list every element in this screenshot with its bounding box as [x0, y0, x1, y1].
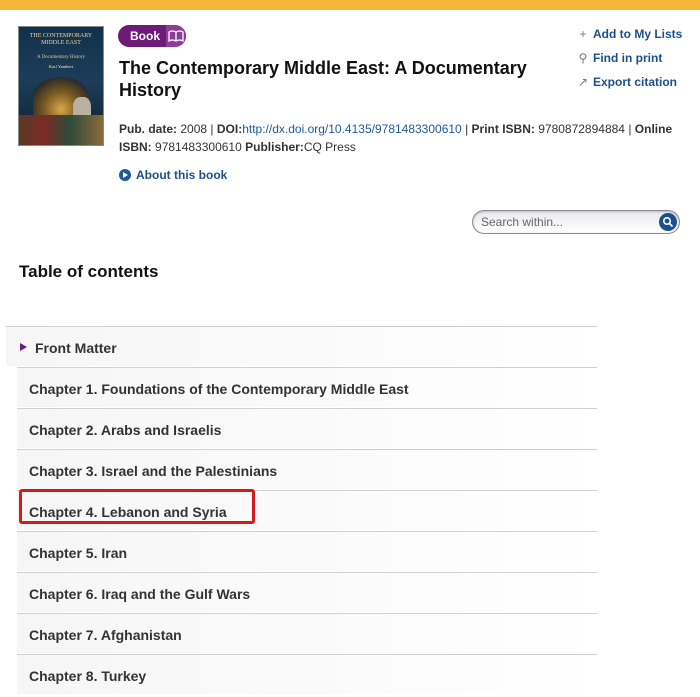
toc-item-label: Chapter 2. Arabs and Israelis	[29, 422, 222, 438]
play-circle-icon	[119, 169, 131, 181]
book-actions: + Add to My Lists ⚲ Find in print ↗ Export …	[578, 26, 682, 98]
toc-item-label: Front Matter	[35, 340, 117, 356]
search-button[interactable]	[659, 213, 677, 231]
about-label: About this book	[136, 168, 228, 182]
toc-item-chapter-8[interactable]: Chapter 8. Turkey	[17, 654, 597, 694]
export-arrow-icon: ↗	[578, 75, 589, 89]
cover-author: Karl Yambert	[48, 64, 74, 69]
top-accent-bar	[0, 0, 700, 10]
toc-item-front-matter[interactable]: Front Matter	[6, 326, 597, 366]
toc-item-chapter-3[interactable]: Chapter 3. Israel and the Palestinians	[17, 449, 597, 489]
cover-title: THE CONTEMPORARY MIDDLE EAST	[29, 33, 93, 46]
book-title: The Contemporary Middle East: A Document…	[119, 58, 527, 100]
search-within-box	[472, 210, 680, 234]
online-isbn-value: 9781483300610	[155, 140, 242, 154]
toc-item-label: Chapter 8. Turkey	[29, 668, 147, 684]
publisher-value: CQ Press	[303, 140, 356, 154]
cover-subtitle: A Documentary History	[36, 55, 86, 60]
print-isbn-label: Print ISBN:	[471, 122, 535, 136]
add-to-my-lists-link[interactable]: + Add to My Lists	[578, 26, 682, 50]
doi-label: DOI:	[216, 122, 243, 136]
toc-item-chapter-2[interactable]: Chapter 2. Arabs and Israelis	[17, 408, 597, 448]
cover-photo-strip	[19, 115, 103, 145]
plus-icon: +	[579, 27, 587, 41]
book-cover-image[interactable]: THE CONTEMPORARY MIDDLE EAST A Documenta…	[18, 26, 104, 146]
toc-item-label: Chapter 5. Iran	[29, 545, 128, 561]
add-to-lists-label: Add to My Lists	[593, 27, 683, 41]
search-icon	[662, 216, 674, 228]
highlight-box	[19, 489, 255, 524]
toc-heading: Table of contents	[19, 262, 159, 281]
toc-item-chapter-5[interactable]: Chapter 5. Iran	[17, 531, 597, 571]
toc-item-label: Chapter 3. Israel and the Palestinians	[29, 463, 278, 479]
about-this-book-link[interactable]: About this book	[119, 168, 227, 182]
export-citation-link[interactable]: ↗ Export citation	[578, 74, 682, 98]
toc-item-label: Chapter 1. Foundations of the Contempora…	[29, 381, 409, 397]
search-within-input[interactable]	[481, 214, 651, 230]
toc-item-label: Chapter 7. Afghanistan	[29, 627, 182, 643]
toc-item-chapter-6[interactable]: Chapter 6. Iraq and the Gulf Wars	[17, 572, 597, 612]
magnifier-icon: ⚲	[578, 51, 588, 65]
pub-date-label: Pub. date:	[119, 122, 178, 136]
find-in-print-link[interactable]: ⚲ Find in print	[578, 50, 682, 74]
doi-link[interactable]: http://dx.doi.org/10.4135/9781483300610	[242, 122, 462, 136]
find-in-print-label: Find in print	[593, 51, 663, 65]
badge-label: Book	[130, 29, 160, 43]
pub-date-value: 2008	[180, 122, 208, 136]
toc-item-chapter-1[interactable]: Chapter 1. Foundations of the Contempora…	[17, 367, 597, 407]
publisher-label: Publisher:	[245, 140, 304, 154]
toc-item-label: Chapter 6. Iraq and the Gulf Wars	[29, 586, 251, 602]
book-metadata: Pub. date: 2008 | DOI:http://dx.doi.org/…	[119, 122, 673, 154]
print-isbn-value: 9780872894884	[538, 122, 625, 136]
book-icon	[166, 25, 186, 47]
toc-item-chapter-7[interactable]: Chapter 7. Afghanistan	[17, 613, 597, 653]
export-citation-label: Export citation	[593, 75, 678, 89]
content-type-badge: Book	[118, 25, 186, 47]
expand-triangle-icon	[20, 343, 27, 351]
